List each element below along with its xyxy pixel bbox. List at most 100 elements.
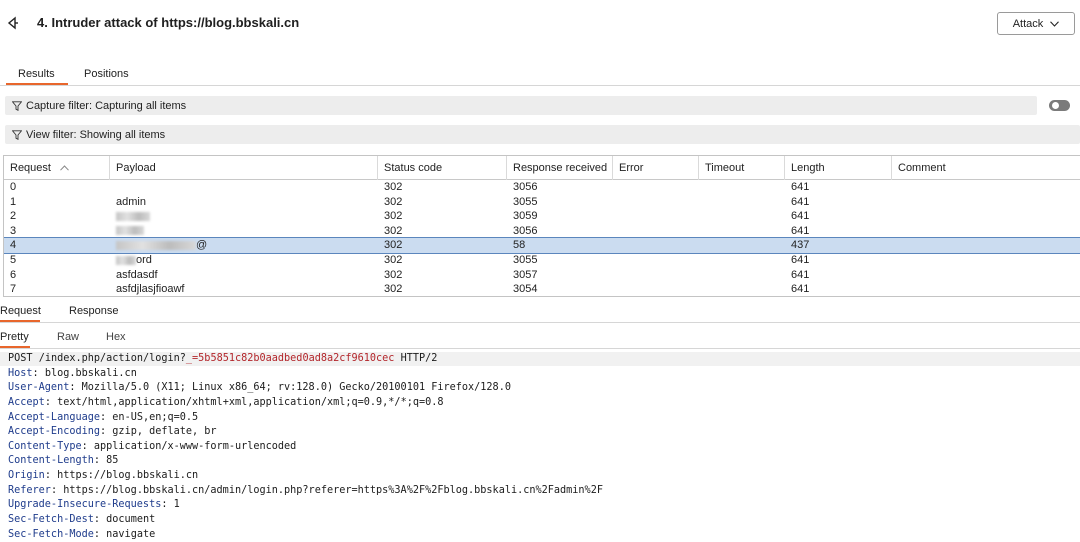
header-separator: : <box>50 484 64 496</box>
cell-error <box>613 195 699 210</box>
capture-toggle[interactable] <box>1049 100 1070 111</box>
column-header-length[interactable]: Length <box>785 156 892 180</box>
request-headers: Host: blog.bbskali.cn User-Agent: Mozilla… <box>8 367 1080 542</box>
cell-payload-text: admin <box>116 195 146 208</box>
cell-status-code-text: 302 <box>384 283 403 296</box>
header-line: Upgrade-Insecure-Requests: 1 <box>8 498 1080 513</box>
capture-filter-bar[interactable]: Capture filter: Capturing all items <box>5 96 1037 115</box>
header-line: User-Agent: Mozilla/5.0 (X11; Linux x86_… <box>8 381 1080 396</box>
header-separator: : <box>100 426 113 438</box>
more-options-icon[interactable] <box>1076 99 1080 111</box>
cell-length-text: 641 <box>791 268 810 281</box>
cell-request-text: 6 <box>10 268 17 281</box>
results-table: Request Payload Status code Response rec… <box>3 155 1080 297</box>
view-filter-bar[interactable]: View filter: Showing all items <box>5 125 1080 144</box>
cell-comment <box>892 282 1080 296</box>
cell-status-code-text: 302 <box>384 210 403 223</box>
header-name: Accept-Language <box>8 411 101 423</box>
attack-menu-button[interactable]: Attack <box>997 12 1075 35</box>
header-value: blog.bbskali.cn <box>44 367 137 379</box>
header-separator: : <box>100 411 113 423</box>
header-line: Sec-Fetch-Mode: navigate <box>8 528 1080 542</box>
cell-payload-text: asfdjlasjfioawf <box>116 283 185 296</box>
column-header-payload[interactable]: Payload <box>110 156 378 180</box>
tab-results[interactable]: Results <box>18 68 55 80</box>
cell-length-text: 641 <box>791 224 810 237</box>
cell-status-code-text: 302 <box>384 239 403 252</box>
filter-icon <box>12 100 22 111</box>
cell-request: 0 <box>4 180 110 195</box>
table-row[interactable]: 5 ord 302 3055 641 <box>4 253 1080 268</box>
header-value: Mozilla/5.0 (X11; Linux x86_64; rv:128.0… <box>81 382 511 394</box>
header-name: User-Agent <box>8 382 70 394</box>
column-header-response-received[interactable]: Response received <box>507 156 613 180</box>
cell-response-received-text: 3055 <box>513 254 538 266</box>
tab-pretty[interactable]: Pretty <box>0 331 29 343</box>
cell-request: 7 <box>4 282 110 296</box>
column-header-timeout[interactable]: Timeout <box>699 156 785 180</box>
header-name: Accept <box>8 396 45 408</box>
redacted-payload <box>116 255 136 265</box>
cell-response-received-text: 3056 <box>513 224 538 237</box>
cell-request-text: 3 <box>10 224 17 237</box>
cell-timeout <box>699 253 785 268</box>
cell-payload-text: ord <box>136 254 152 266</box>
cell-status-code: 302 <box>378 282 507 296</box>
cell-error <box>613 238 699 253</box>
request-editor[interactable]: POST /index.php/action/login?_=5b5851c82… <box>8 352 1080 542</box>
cell-request: 4 <box>4 238 110 253</box>
header-line: Accept: text/html,application/xhtml+xml,… <box>8 396 1080 411</box>
tab-response[interactable]: Response <box>69 305 119 317</box>
window-title: 4. Intruder attack of https://blog.bbska… <box>37 15 300 30</box>
column-header-error[interactable]: Error <box>613 156 699 180</box>
table-row[interactable]: 3 302 3056 641 <box>4 224 1080 239</box>
cell-request-text: 0 <box>10 181 17 193</box>
cell-request-text: 1 <box>10 195 17 208</box>
divider <box>0 348 1080 349</box>
cell-response-received: 58 <box>507 238 613 253</box>
request-param-value: 5b5851c82b0aadbed0ad8a2cf9610cec <box>198 353 395 364</box>
header-line: Sec-Fetch-Dest: document <box>8 513 1080 528</box>
tab-request[interactable]: Request <box>0 305 41 317</box>
header-name: Referer <box>8 484 51 496</box>
header-separator: : <box>93 528 107 540</box>
tab-positions[interactable]: Positions <box>84 68 129 80</box>
header-line: Origin: https://blog.bbskali.cn <box>8 469 1080 484</box>
cell-length: 641 <box>785 282 892 296</box>
cell-status-code-text: 302 <box>384 181 403 193</box>
table-row[interactable]: 7 asfdjlasjfioawf 302 3054 641 <box>4 282 1080 296</box>
header-separator: : <box>161 499 174 511</box>
table-row[interactable]: 4 @302 58 437 <box>4 237 1080 254</box>
request-param-name: _= <box>185 353 199 364</box>
cell-payload <box>110 209 378 224</box>
request-method: POST <box>8 353 33 364</box>
capture-filter-label: Capture filter: Capturing all items <box>26 99 187 112</box>
header-name: Sec-Fetch-Mode <box>8 528 94 540</box>
cell-error <box>613 268 699 283</box>
cell-payload: asfdjlasjfioawf <box>110 282 378 296</box>
cell-timeout <box>699 180 785 195</box>
cell-status-code: 302 <box>378 268 507 283</box>
cell-comment <box>892 195 1080 210</box>
cell-length: 641 <box>785 195 892 210</box>
cell-request: 1 <box>4 195 110 210</box>
table-row[interactable]: 1 admin 302 3055 641 <box>4 195 1080 210</box>
back-icon[interactable] <box>5 15 21 31</box>
cell-response-received: 3055 <box>507 253 613 268</box>
table-row[interactable]: 6 asfdasdf 302 3057 641 <box>4 268 1080 283</box>
header-line: Content-Length: 85 <box>8 454 1080 469</box>
tab-hex[interactable]: Hex <box>106 331 126 343</box>
header-value: gzip, deflate, br <box>112 426 217 438</box>
tab-raw[interactable]: Raw <box>57 331 79 343</box>
column-header-request[interactable]: Request <box>4 156 110 180</box>
cell-request-text: 7 <box>10 283 17 296</box>
table-row[interactable]: 2 302 3059 641 <box>4 209 1080 224</box>
cell-request-text: 2 <box>10 210 17 223</box>
column-header-comment[interactable]: Comment <box>892 156 1080 180</box>
header-name: Upgrade-Insecure-Requests <box>8 499 162 511</box>
table-row[interactable]: 0 302 3056 641 <box>4 180 1080 195</box>
cell-timeout <box>699 282 785 296</box>
cell-length-text: 641 <box>791 254 810 266</box>
cell-response-received-text: 3054 <box>513 283 538 296</box>
column-header-status-code[interactable]: Status code <box>378 156 507 180</box>
